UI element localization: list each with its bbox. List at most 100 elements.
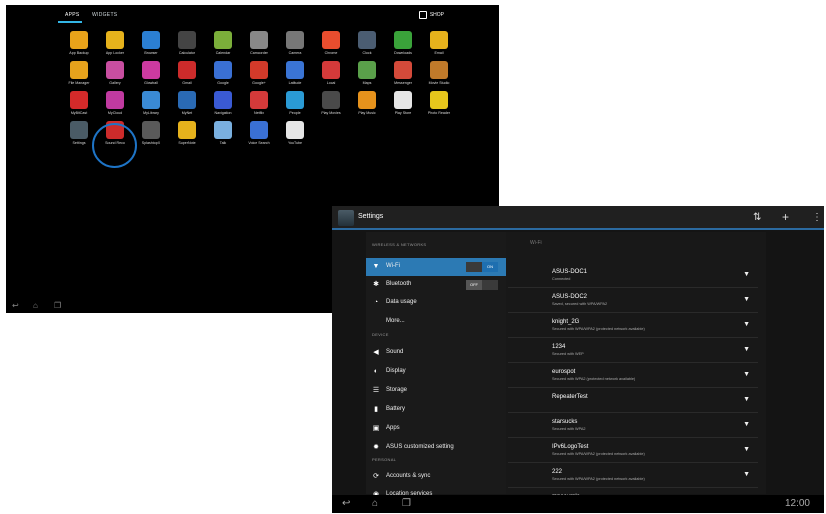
sidebar-item-data-usage[interactable]: ◔ Data usage	[366, 294, 506, 312]
sidebar-item-sound[interactable]: ◀ Sound	[366, 344, 506, 362]
tab-indicator	[58, 21, 82, 23]
shop-icon[interactable]	[419, 11, 427, 19]
app-gmail[interactable]: Gmail	[169, 61, 205, 91]
back-icon[interactable]: ↩	[342, 498, 350, 509]
wifi-network-item[interactable]: 1234 Secured with WEP ▼	[508, 339, 758, 363]
app-maps[interactable]: Maps	[349, 61, 385, 91]
app-google[interactable]: Google	[205, 61, 241, 91]
app-play-music[interactable]: Play Music	[349, 91, 385, 121]
app-icon	[250, 91, 268, 109]
app-camera[interactable]: Camera	[277, 31, 313, 61]
app-voice-search[interactable]: Voice Search	[241, 121, 277, 151]
wifi-network-item[interactable]: eurospot Secured with WPA2 (protected net…	[508, 364, 758, 388]
wifi-network-item[interactable]: ASUS-DOC1 Connected ▼	[508, 264, 758, 288]
sidebar-item-battery[interactable]: ▮ Battery	[366, 401, 506, 419]
app-calculator[interactable]: Calculator	[169, 31, 205, 61]
home-icon[interactable]: ⌂	[33, 301, 38, 310]
wps-icon[interactable]: ⇅	[753, 212, 761, 223]
app-people[interactable]: People	[277, 91, 313, 121]
app-photo-reader[interactable]: Photo Reader	[421, 91, 457, 121]
app-icon	[214, 31, 232, 49]
app-icon	[250, 61, 268, 79]
app-icon	[394, 31, 412, 49]
wifi-network-item[interactable]: IPv6LogoTest Secured with WPA/WPA2 (prote…	[508, 439, 758, 463]
app-play-movies[interactable]: Play Movies	[313, 91, 349, 121]
add-network-icon[interactable]: +	[782, 210, 789, 224]
app-chrome[interactable]: Chrome	[313, 31, 349, 61]
tab-widgets[interactable]: WIDGETS	[92, 12, 117, 18]
shop-button[interactable]: SHOP	[430, 12, 444, 18]
app-movie-studio[interactable]: Movie Studio	[421, 61, 457, 91]
home-icon[interactable]: ⌂	[372, 498, 378, 509]
app-icon	[394, 91, 412, 109]
wifi-network-item[interactable]: ASUS-DOC2 Saved, secured with WPA/WPA2 ▼	[508, 289, 758, 313]
app-icon	[286, 91, 304, 109]
app-label: Calendar	[215, 51, 231, 55]
wifi-network-item[interactable]: knight_2G Secured with WPA/WPA2 (protecte…	[508, 314, 758, 338]
sidebar-item-storage[interactable]: ☰ Storage	[366, 382, 506, 400]
app-supernote[interactable]: SuperNote	[169, 121, 205, 151]
app-label: Talk	[219, 141, 227, 145]
app-gallery[interactable]: Gallery	[97, 61, 133, 91]
app-play-store[interactable]: Play Store	[385, 91, 421, 121]
app-netflix[interactable]: Netflix	[241, 91, 277, 121]
app-label: Clock	[362, 51, 372, 55]
app-navigation[interactable]: Navigation	[205, 91, 241, 121]
network-status: Saved, secured with WPA/WPA2	[552, 302, 608, 306]
network-name: 222	[552, 469, 563, 475]
settings-screen: Settings ⇅ + ⋮ WIRELESS & NETWORKS DEVIC…	[332, 206, 824, 513]
apps-icon: ▣	[372, 425, 380, 432]
app-label: App Backup	[69, 51, 89, 55]
network-status: Connected	[552, 277, 571, 281]
bluetooth-toggle[interactable]: OFF	[466, 280, 498, 290]
app-downloads[interactable]: Downloads	[385, 31, 421, 61]
app-app-backup[interactable]: App Backup	[61, 31, 97, 61]
app-local[interactable]: Local	[313, 61, 349, 91]
wifi-network-item[interactable]: 222 Secured with WPA/WPA2 (protected netw…	[508, 464, 758, 488]
sidebar-item-display[interactable]: ◐ Display	[366, 363, 506, 381]
app-mylibrary[interactable]: MyLibrary	[133, 91, 169, 121]
sidebar-item-bluetooth[interactable]: ✱ Bluetooth OFF	[366, 276, 506, 294]
sidebar-item-wi-fi[interactable]: ▼ Wi-Fi ON	[366, 258, 506, 276]
app-mycloud[interactable]: MyCloud	[97, 91, 133, 121]
recent-apps-icon[interactable]: ❐	[54, 301, 61, 310]
network-status: Secured with WPA2	[552, 427, 586, 431]
wifi-network-item[interactable]: RepeaterTest ▼	[508, 389, 758, 413]
app-icon	[358, 91, 376, 109]
app-email[interactable]: Email	[421, 31, 457, 61]
app-app-locker[interactable]: App Locker	[97, 31, 133, 61]
app-calendar[interactable]: Calendar	[205, 31, 241, 61]
app-file-manager[interactable]: File Manager	[61, 61, 97, 91]
sidebar-item-asus-customized-setting[interactable]: ✹ ASUS customized setting	[366, 439, 506, 457]
app-mybitcast[interactable]: MyBitCast	[61, 91, 97, 121]
app-camcorder[interactable]: Camcorder	[241, 31, 277, 61]
app-label: MyNet	[181, 111, 193, 115]
app-youtube[interactable]: YouTube	[277, 121, 313, 151]
overflow-menu-icon[interactable]: ⋮	[812, 212, 822, 223]
sidebar-item-apps[interactable]: ▣ Apps	[366, 420, 506, 438]
recent-apps-icon[interactable]: ❐	[402, 498, 411, 509]
status-clock: 12:00	[784, 498, 810, 509]
tab-apps[interactable]: APPS	[65, 12, 80, 18]
app-messenger[interactable]: Messenger	[385, 61, 421, 91]
network-status: Secured with WPA/WPA2 (protected network…	[552, 452, 645, 456]
sidebar-item-accounts-sync[interactable]: ⟳ Accounts & sync	[366, 468, 506, 486]
app-icon	[250, 121, 268, 139]
app-icon	[322, 61, 340, 79]
app-browser[interactable]: Browser	[133, 31, 169, 61]
wifi-toggle[interactable]: ON	[466, 262, 498, 272]
app-talk[interactable]: Talk	[205, 121, 241, 151]
app-splashtopx[interactable]: SplashtopX	[133, 121, 169, 151]
app-label: Gallery	[109, 81, 121, 85]
app-mynet[interactable]: MyNet	[169, 91, 205, 121]
wifi-network-item[interactable]: starsucks Secured with WPA2 ▼	[508, 414, 758, 438]
gear-icon: ✹	[373, 444, 379, 451]
sidebar-item-more[interactable]: More...	[366, 313, 506, 331]
app-latitude[interactable]: Latitude	[277, 61, 313, 91]
app-glowball[interactable]: Glowball	[133, 61, 169, 91]
back-icon[interactable]: ↩	[12, 301, 19, 310]
app-google-[interactable]: Google+	[241, 61, 277, 91]
app-icon	[358, 31, 376, 49]
app-clock[interactable]: Clock	[349, 31, 385, 61]
app-icon	[430, 91, 448, 109]
